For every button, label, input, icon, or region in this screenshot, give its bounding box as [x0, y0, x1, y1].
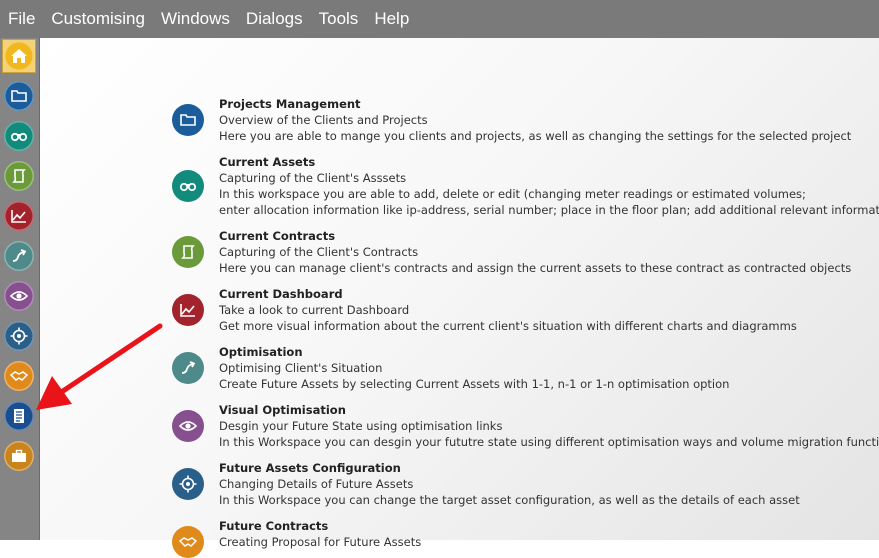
entry-subtitle: Desgin your Future State using optimisat…: [219, 419, 503, 433]
sidebar-item-current-contracts[interactable]: [2, 159, 36, 193]
entry-title: Future Assets Configuration: [219, 461, 401, 475]
entry-subtitle: Capturing of the Client's Contracts: [219, 245, 419, 259]
entry-title: Current Contracts: [219, 229, 336, 243]
scroll-icon: [4, 161, 34, 191]
workspace-overview: Projects Management Overview of the Clie…: [40, 38, 879, 558]
sidebar-item-projects[interactable]: [2, 79, 36, 113]
folder-icon: [172, 104, 204, 136]
sidebar-item-future-contracts[interactable]: [2, 359, 36, 393]
sidebar-item-portfolio[interactable]: [2, 439, 36, 473]
entry-subtitle: Optimising Client's Situation: [219, 361, 383, 375]
sidebar: [0, 38, 40, 540]
entry-description: In this Workspace you can change the tar…: [219, 493, 800, 507]
entry-title: Current Assets: [219, 155, 316, 169]
entry-subtitle: Creating Proposal for Future Assets: [219, 535, 422, 549]
folder-icon: [4, 81, 34, 111]
eye-icon: [172, 410, 204, 442]
briefcase-icon: [4, 441, 34, 471]
trend-arrow-icon: [4, 241, 34, 271]
entry-description: Here you can manage client's contracts a…: [219, 261, 852, 275]
menu-help[interactable]: Help: [366, 0, 417, 38]
sidebar-item-visual-optimisation[interactable]: [2, 279, 36, 313]
entry-description: Here you are able to mange you clients a…: [219, 129, 852, 143]
line-chart-icon: [172, 294, 204, 326]
trend-arrow-icon: [172, 352, 204, 384]
entry-description: In this workspace you are able to add, d…: [219, 187, 806, 201]
entry-title: Projects Management: [219, 97, 361, 111]
entry-title: Visual Optimisation: [219, 403, 346, 417]
entry-subtitle: Take a look to current Dashboard: [219, 303, 410, 317]
target-icon: [4, 321, 34, 351]
home-icon: [4, 41, 34, 71]
menu-file[interactable]: File: [0, 0, 43, 38]
menu-dialogs[interactable]: Dialogs: [238, 0, 311, 38]
sidebar-item-optimisation[interactable]: [2, 239, 36, 273]
sidebar-item-report[interactable]: [2, 399, 36, 433]
eye-icon: [4, 281, 34, 311]
entry-subtitle: Overview of the Clients and Projects: [219, 113, 428, 127]
entry-description: enter allocation information like ip-add…: [219, 203, 879, 217]
entry-description: In this Workspace you can desgin your fu…: [219, 435, 879, 449]
sidebar-item-dashboard[interactable]: [2, 199, 36, 233]
handshake-icon: [172, 526, 204, 558]
entry-subtitle: Changing Details of Future Assets: [219, 477, 414, 491]
handshake-icon: [4, 361, 34, 391]
document-list-icon: [4, 401, 34, 431]
menu-windows[interactable]: Windows: [153, 0, 238, 38]
entry-subtitle: Capturing of the Client's Asssets: [219, 171, 407, 185]
sidebar-item-current-assets[interactable]: [2, 119, 36, 153]
entry-title: Future Contracts: [219, 519, 329, 533]
line-chart-icon: [4, 201, 34, 231]
entry-description: Get more visual information about the cu…: [219, 319, 797, 333]
menu-customising[interactable]: Customising: [43, 0, 153, 38]
scroll-icon: [172, 236, 204, 268]
binoculars-icon: [4, 121, 34, 151]
binoculars-icon: [172, 170, 204, 202]
entry-description: Create Future Assets by selecting Curren…: [219, 377, 730, 391]
target-icon: [172, 468, 204, 500]
entry-title: Current Dashboard: [219, 287, 343, 301]
sidebar-item-home[interactable]: [2, 39, 36, 73]
entry-title: Optimisation: [219, 345, 303, 359]
menu-bar: File Customising Windows Dialogs Tools H…: [0, 0, 879, 38]
menu-tools[interactable]: Tools: [311, 0, 367, 38]
sidebar-item-future-assets[interactable]: [2, 319, 36, 353]
